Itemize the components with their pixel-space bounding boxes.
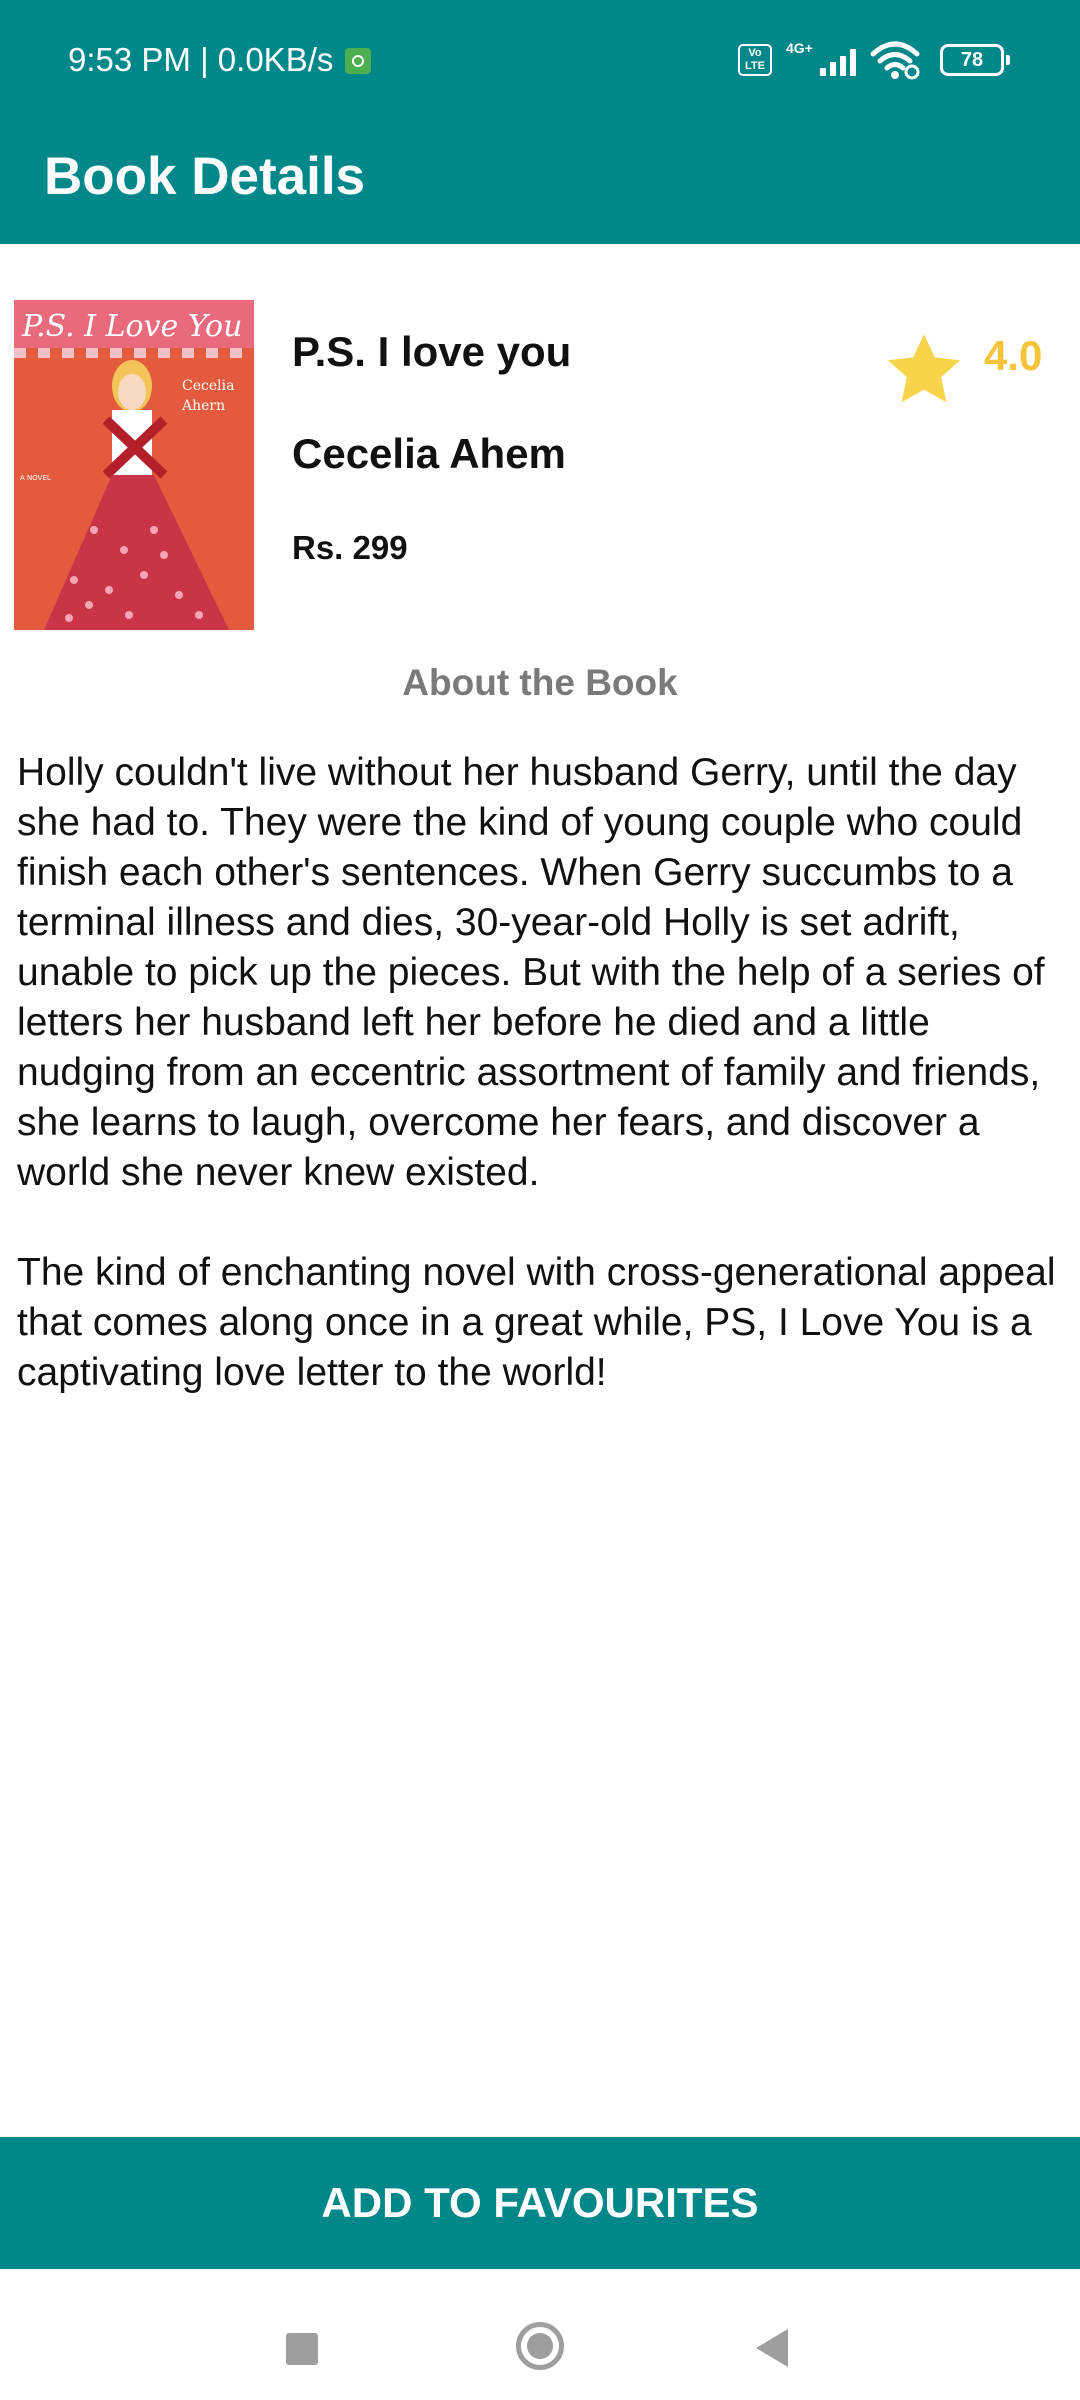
triangle-back-icon[interactable]: [756, 2329, 788, 2367]
status-icons: Vo LTE 4G+ 78: [738, 36, 1010, 84]
navigation-bar: [0, 2269, 1080, 2400]
about-heading: About the Book: [402, 662, 678, 703]
status-time: 9:53 PM | 0.0KB/s: [68, 38, 372, 82]
page-title: Book Details: [44, 147, 366, 206]
signal-bar: [820, 68, 826, 76]
signal-bar: [850, 49, 856, 76]
network-type-label: 4G+: [786, 40, 813, 56]
app-bar: Book Details: [0, 120, 1080, 244]
book-price: Rs. 299: [292, 529, 408, 566]
square-icon[interactable]: [286, 2333, 318, 2365]
book-title: P.S. I love you: [292, 328, 572, 375]
star-icon: [887, 334, 961, 403]
signal-bars: [820, 49, 856, 76]
battery-icon: 78: [940, 44, 1010, 76]
book-description: Holly couldn't live without her husband …: [17, 751, 1056, 1394]
status-time-text: 9:53 PM | 0.0KB/s: [68, 41, 334, 78]
battery-level: 78: [960, 49, 984, 71]
book-author: Cecelia Ahem: [292, 430, 566, 477]
cover-title: P.S. I Love You: [21, 309, 242, 344]
android-app-icon: [345, 48, 372, 74]
signal-bar: [840, 56, 846, 76]
circle-icon[interactable]: [516, 2322, 564, 2370]
rating-value: 4.0: [984, 332, 1043, 379]
status-bar: 9:53 PM | 0.0KB/s Vo LTE 4G+ 78: [0, 0, 1080, 120]
book-cover-illustration: P.S. I Love You Cecelia Ahern A NOVEL: [14, 300, 254, 630]
volte-text: Vo LTE: [745, 47, 765, 72]
signal-bar: [830, 62, 836, 76]
volte-icon: Vo LTE: [738, 44, 772, 76]
cover-label: A NOVEL: [20, 474, 51, 482]
wifi-icon: [870, 41, 920, 80]
signal-icon: 4G+: [786, 38, 856, 82]
book-cover-image: P.S. I Love You Cecelia Ahern A NOVEL: [14, 300, 254, 630]
add-to-favourites-button[interactable]: ADD TO FAVOURITES: [0, 2137, 1080, 2269]
